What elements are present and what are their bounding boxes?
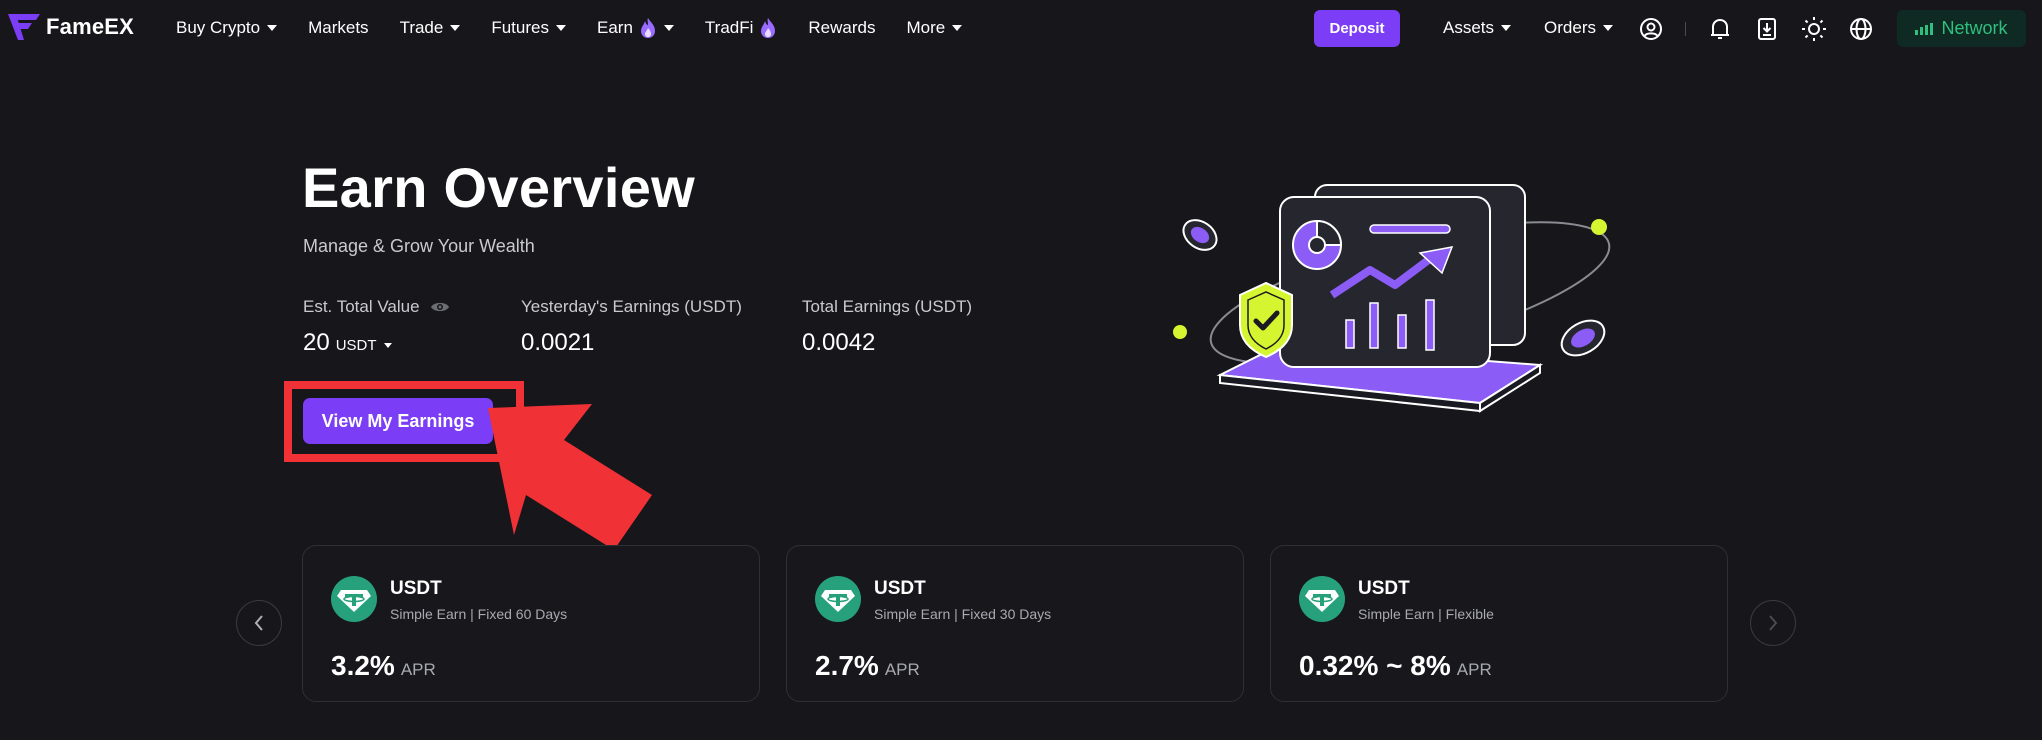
yesterday-earnings-label: Yesterday's Earnings (USDT): [521, 297, 742, 316]
nav-trade[interactable]: Trade: [400, 18, 461, 38]
nav-orders-label: Orders: [1544, 18, 1596, 37]
nav-trade-label: Trade: [399, 18, 444, 37]
rate-unit: APR: [400, 660, 436, 679]
signal-icon: [1915, 22, 1935, 35]
chevron-down-icon: [450, 25, 461, 31]
user-icon[interactable]: [1638, 16, 1664, 42]
nav-orders[interactable]: Orders: [1544, 18, 1613, 38]
currency-selector[interactable]: 20 USDT: [303, 329, 450, 357]
divider: [1685, 22, 1686, 36]
product-coin: USDT: [1358, 578, 1410, 599]
main-menu: Buy Crypto Markets Trade Futures Earn Tr…: [176, 0, 993, 56]
chevron-left-icon: [254, 615, 263, 631]
deposit-button[interactable]: Deposit: [1314, 10, 1400, 47]
chevron-down-icon: [1501, 25, 1512, 31]
page-title: Earn Overview: [302, 156, 696, 219]
network-button[interactable]: Network: [1897, 10, 2026, 47]
fire-icon: [640, 18, 655, 38]
product-type: Simple Earn | Flexible: [1358, 606, 1494, 622]
nav-assets-label: Assets: [1443, 18, 1495, 37]
rate-unit: APR: [884, 660, 920, 679]
globe-icon[interactable]: [1848, 16, 1874, 42]
nav-tradfi[interactable]: TradFi: [705, 17, 778, 39]
nav-tradfi-label: TradFi: [704, 18, 754, 37]
yesterday-earnings: Yesterday's Earnings (USDT) 0.0021: [521, 297, 742, 357]
top-navigation: FameEX Buy Crypto Markets Trade Futures …: [0, 0, 2042, 56]
product-card[interactable]: USDT Simple Earn | Fixed 30 Days 2.7% AP…: [786, 545, 1244, 702]
usdt-coin-icon: [815, 576, 861, 622]
fire-icon: [761, 18, 776, 38]
toolbar-icons: [1638, 15, 1895, 43]
chevron-down-icon: [1603, 25, 1613, 31]
account-menu: Assets Orders: [1443, 0, 1646, 56]
est-total-value-amount: 20: [303, 329, 330, 356]
rate-unit: APR: [1456, 660, 1492, 679]
total-earnings-value: 0.0042: [802, 329, 876, 356]
carousel-next-button[interactable]: [1750, 600, 1796, 646]
nav-more-label: More: [906, 18, 946, 37]
fameex-logo[interactable]: FameEX: [8, 14, 134, 40]
nav-more[interactable]: More: [907, 18, 963, 38]
est-total-value-label: Est. Total Value: [303, 297, 420, 316]
product-coin: USDT: [390, 578, 442, 599]
nav-buy-crypto[interactable]: Buy Crypto: [176, 18, 278, 38]
earn-illustration: [1173, 184, 1611, 413]
currency-unit: USDT: [335, 337, 377, 354]
product-card[interactable]: USDT Simple Earn | Fixed 60 Days 3.2% AP…: [302, 545, 760, 702]
download-icon[interactable]: [1754, 16, 1780, 42]
carousel-prev-button[interactable]: [236, 600, 282, 646]
brand-name: FameEX: [46, 14, 135, 39]
chevron-down-icon: [267, 25, 278, 31]
view-my-earnings-button[interactable]: View My Earnings: [303, 398, 493, 444]
yesterday-earnings-value: 0.0021: [521, 329, 595, 356]
nav-earn[interactable]: Earn: [597, 17, 674, 39]
total-earnings: Total Earnings (USDT) 0.0042: [802, 297, 972, 357]
bell-icon[interactable]: [1707, 16, 1733, 42]
product-type: Simple Earn | Fixed 30 Days: [874, 606, 1052, 622]
usdt-coin-icon: [1299, 576, 1345, 622]
nav-rewards-label: Rewards: [808, 18, 876, 37]
chevron-down-icon: [383, 343, 392, 348]
total-earnings-label: Total Earnings (USDT): [802, 297, 973, 316]
est-total-value: Est. Total Value 20 USDT: [303, 297, 450, 357]
nav-futures-label: Futures: [491, 18, 549, 37]
nav-rewards[interactable]: Rewards: [808, 18, 875, 38]
nav-assets[interactable]: Assets: [1443, 18, 1512, 38]
usdt-coin-icon: [331, 576, 377, 622]
chevron-right-icon: [1769, 615, 1778, 631]
sun-icon[interactable]: [1801, 16, 1827, 42]
chevron-down-icon: [952, 25, 963, 31]
page-subtitle: Manage & Grow Your Wealth: [303, 236, 535, 256]
network-label: Network: [1941, 18, 2008, 38]
nav-earn-label: Earn: [596, 18, 633, 37]
chevron-down-icon: [663, 25, 674, 31]
nav-futures[interactable]: Futures: [491, 18, 566, 38]
product-rate: 3.2%: [331, 650, 395, 681]
nav-buy-crypto-label: Buy Crypto: [176, 18, 261, 37]
eye-icon[interactable]: [430, 300, 450, 314]
pointer-arrow-icon: [488, 404, 652, 550]
product-rate: 0.32% ~ 8%: [1299, 650, 1451, 681]
product-coin: USDT: [874, 578, 926, 599]
product-card[interactable]: USDT Simple Earn | Flexible 0.32% ~ 8% A…: [1270, 545, 1728, 702]
chevron-down-icon: [555, 25, 566, 31]
fameex-logo-icon: [8, 14, 40, 40]
product-type: Simple Earn | Fixed 60 Days: [390, 606, 568, 622]
nav-markets[interactable]: Markets: [308, 18, 368, 38]
product-rate: 2.7%: [815, 650, 879, 681]
nav-markets-label: Markets: [308, 18, 369, 37]
